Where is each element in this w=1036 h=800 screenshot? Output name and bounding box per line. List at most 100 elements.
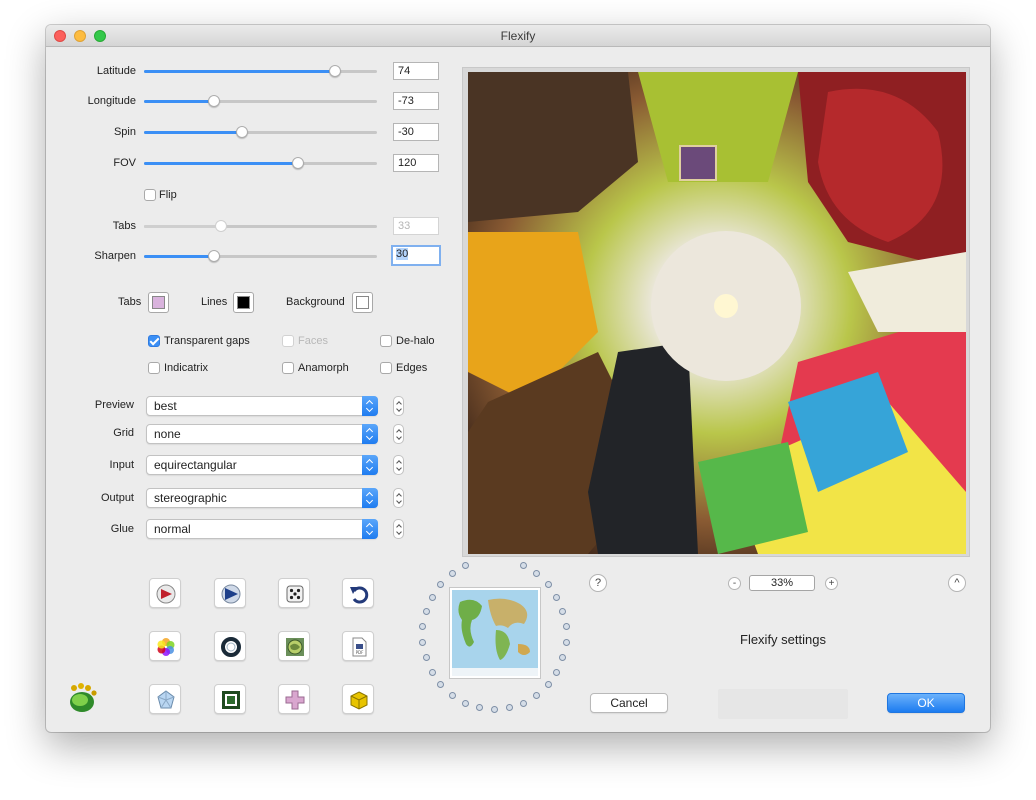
transparent-gaps-label: Transparent gaps bbox=[164, 335, 250, 347]
rotation-dot[interactable] bbox=[448, 570, 456, 578]
rotation-dot[interactable] bbox=[428, 668, 436, 676]
zoom-window-button[interactable] bbox=[94, 30, 106, 42]
rotation-dot[interactable] bbox=[553, 593, 561, 601]
zoom-out-button[interactable]: - bbox=[728, 577, 741, 590]
spin-slider[interactable] bbox=[144, 126, 377, 138]
grid-stepper[interactable] bbox=[393, 424, 404, 444]
grid-label: Grid bbox=[113, 427, 134, 439]
cube-button[interactable] bbox=[342, 684, 374, 714]
sharpen-slider[interactable] bbox=[144, 250, 377, 262]
glue-stepper[interactable] bbox=[393, 519, 404, 539]
pdf-button[interactable]: PDF bbox=[342, 631, 374, 661]
cancel-button[interactable]: Cancel bbox=[590, 693, 668, 713]
rotation-dot[interactable] bbox=[448, 691, 456, 699]
rotation-dot[interactable] bbox=[559, 607, 567, 615]
ring-button[interactable] bbox=[214, 631, 246, 661]
rotation-dot[interactable] bbox=[428, 593, 436, 601]
spin-field[interactable]: -30 bbox=[393, 123, 439, 141]
globe-button[interactable] bbox=[278, 631, 310, 661]
grid-select[interactable]: none bbox=[146, 424, 378, 444]
anamorph-checkbox[interactable] bbox=[282, 362, 294, 374]
latitude-slider[interactable] bbox=[144, 65, 377, 77]
longitude-slider-thumb[interactable] bbox=[208, 95, 220, 107]
rotation-dot[interactable] bbox=[419, 623, 427, 631]
rotation-dot[interactable] bbox=[562, 623, 570, 631]
fov-slider[interactable] bbox=[144, 157, 377, 169]
play-icon bbox=[221, 584, 241, 604]
edges-checkbox[interactable] bbox=[380, 362, 392, 374]
settings-title: Flexify settings bbox=[740, 632, 826, 647]
latitude-slider-thumb[interactable] bbox=[329, 65, 341, 77]
rotation-dot[interactable] bbox=[422, 654, 430, 662]
rotation-dot[interactable] bbox=[505, 704, 513, 712]
rotation-dot[interactable] bbox=[461, 562, 469, 570]
rotation-dot[interactable] bbox=[544, 681, 552, 689]
rotation-dot[interactable] bbox=[544, 580, 552, 588]
rotation-dot[interactable] bbox=[553, 668, 561, 676]
indicatrix-checkbox[interactable] bbox=[148, 362, 160, 374]
preview-stepper[interactable] bbox=[393, 396, 404, 416]
dice-button[interactable] bbox=[278, 578, 310, 608]
rotation-dot[interactable] bbox=[520, 699, 528, 707]
output-select-arrow-icon[interactable] bbox=[362, 488, 378, 508]
glue-select-arrow-icon[interactable] bbox=[362, 519, 378, 539]
cube-icon bbox=[350, 691, 368, 710]
edges-label: Edges bbox=[396, 362, 428, 374]
glue-select[interactable]: normal bbox=[146, 519, 378, 539]
rotation-dot[interactable] bbox=[491, 706, 498, 713]
glue-label: Glue bbox=[110, 523, 134, 535]
frame-button[interactable] bbox=[214, 684, 246, 714]
flip-checkbox[interactable] bbox=[144, 189, 156, 201]
play-button[interactable] bbox=[214, 578, 246, 608]
rotation-dot[interactable] bbox=[419, 638, 427, 646]
background-color-well[interactable] bbox=[352, 292, 373, 313]
preview-pane[interactable] bbox=[462, 67, 970, 557]
sharpen-label: Sharpen bbox=[94, 250, 136, 262]
close-window-button[interactable] bbox=[54, 30, 66, 42]
de-halo-checkbox[interactable] bbox=[380, 335, 392, 347]
zoom-level: 33% bbox=[749, 575, 815, 591]
rotation-dot[interactable] bbox=[533, 691, 541, 699]
latitude-field[interactable]: 74 bbox=[393, 62, 439, 80]
cross-net-button[interactable] bbox=[278, 684, 310, 714]
rotation-dot[interactable] bbox=[559, 654, 567, 662]
fov-field[interactable]: 120 bbox=[393, 154, 439, 172]
rotation-dot[interactable] bbox=[533, 570, 541, 578]
longitude-slider[interactable] bbox=[144, 95, 377, 107]
output-select[interactable]: stereographic bbox=[146, 488, 378, 508]
input-select-arrow-icon[interactable] bbox=[362, 455, 378, 475]
undo-button[interactable] bbox=[342, 578, 374, 608]
help-button[interactable]: ? bbox=[589, 574, 607, 592]
svg-text:PDF: PDF bbox=[356, 650, 364, 655]
map-thumbnail[interactable] bbox=[449, 587, 541, 679]
polyhedron-button[interactable] bbox=[149, 684, 181, 714]
longitude-field[interactable]: -73 bbox=[393, 92, 439, 110]
rotation-dot[interactable] bbox=[476, 704, 484, 712]
tabs-color-well[interactable] bbox=[148, 292, 169, 313]
input-stepper[interactable] bbox=[393, 455, 404, 475]
sharpen-slider-thumb[interactable] bbox=[208, 250, 220, 262]
lines-color-well[interactable] bbox=[233, 292, 254, 313]
grid-select-arrow-icon[interactable] bbox=[362, 424, 378, 444]
color-wheel-button[interactable] bbox=[149, 631, 181, 661]
export-button[interactable] bbox=[149, 578, 181, 608]
rotation-dot[interactable] bbox=[520, 562, 528, 570]
collapse-button[interactable]: ^ bbox=[948, 574, 966, 592]
input-select[interactable]: equirectangular bbox=[146, 455, 378, 475]
preview-select-arrow-icon[interactable] bbox=[362, 396, 378, 416]
rotation-dot[interactable] bbox=[437, 681, 445, 689]
rotation-dot[interactable] bbox=[461, 699, 469, 707]
transparent-gaps-checkbox[interactable] bbox=[148, 335, 160, 347]
minimize-window-button[interactable] bbox=[74, 30, 86, 42]
ok-button[interactable]: OK bbox=[887, 693, 965, 713]
preview-select[interactable]: best bbox=[146, 396, 378, 416]
rotation-dot[interactable] bbox=[422, 607, 430, 615]
window-title: Flexify bbox=[500, 29, 536, 43]
zoom-in-button[interactable]: + bbox=[825, 577, 838, 590]
rotation-dot[interactable] bbox=[437, 580, 445, 588]
rotation-dot[interactable] bbox=[562, 638, 570, 646]
sharpen-field[interactable]: 30 bbox=[391, 245, 441, 266]
fov-slider-thumb[interactable] bbox=[292, 157, 304, 169]
output-stepper[interactable] bbox=[393, 488, 404, 508]
spin-slider-thumb[interactable] bbox=[236, 126, 248, 138]
